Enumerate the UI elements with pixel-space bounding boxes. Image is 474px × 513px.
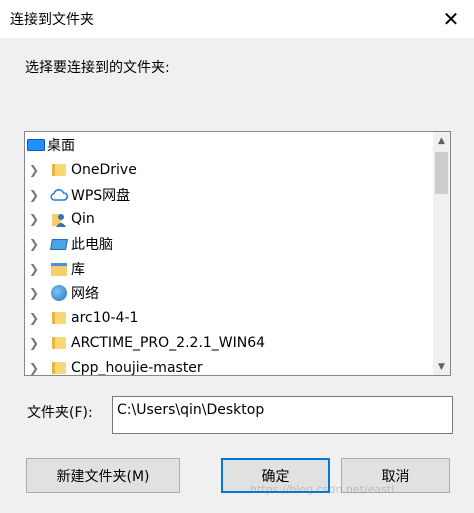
tree-item-arctime[interactable]: ❯ ARCTIME_PRO_2.2.1_WIN64 (25, 331, 429, 355)
network-icon (50, 284, 68, 302)
tree-item-label: Qin (71, 211, 95, 227)
tree-item-label: WPS网盘 (71, 188, 131, 204)
folder-icon (50, 334, 68, 352)
folder-tree[interactable]: 桌面 ❯ OneDrive ❯ WPS网盘 ❯ Qin ❯ 此电脑 ❯ 库 ❯ … (24, 131, 451, 376)
tree-item-this-pc[interactable]: ❯ 此电脑 (25, 232, 429, 256)
tree-item-label: ARCTIME_PRO_2.2.1_WIN64 (71, 335, 266, 351)
library-icon (50, 260, 68, 278)
tree-item-cpp-houjie[interactable]: ❯ Cpp_houjie-master (25, 356, 429, 376)
desktop-icon (27, 136, 45, 154)
tree-item-label: OneDrive (71, 162, 137, 178)
tree-item-network[interactable]: ❯ 网络 (25, 281, 429, 305)
tree-item-label: 库 (71, 262, 85, 278)
tree-item-wps[interactable]: ❯ WPS网盘 (25, 183, 429, 207)
tree-item-qin[interactable]: ❯ Qin (25, 207, 429, 231)
tree-item-label: 桌面 (47, 138, 75, 154)
chevron-right-icon[interactable]: ❯ (27, 257, 41, 281)
folder-icon (50, 309, 68, 327)
scroll-thumb[interactable] (435, 152, 448, 194)
folder-icon (50, 359, 68, 375)
chevron-right-icon[interactable]: ❯ (27, 207, 41, 231)
tree-item-label: 此电脑 (71, 237, 113, 253)
title-bar: 连接到文件夹 ✕ (0, 0, 474, 38)
computer-icon (50, 235, 68, 253)
chevron-right-icon[interactable]: ❯ (27, 281, 41, 305)
watermark: https://blog.csdn.net/eastl (250, 483, 395, 496)
close-icon: ✕ (442, 7, 460, 31)
tree-item-desktop[interactable]: 桌面 (25, 133, 429, 157)
window-title: 连接到文件夹 (10, 12, 94, 28)
user-folder-icon (50, 210, 68, 228)
close-button[interactable]: ✕ (428, 0, 474, 38)
folder-path-input[interactable]: C:\Users\qin\Desktop (112, 396, 453, 434)
chevron-right-icon[interactable]: ❯ (27, 232, 41, 256)
tree-item-label: Cpp_houjie-master (71, 360, 203, 376)
chevron-right-icon[interactable]: ❯ (27, 356, 41, 375)
chevron-right-icon[interactable]: ❯ (27, 183, 41, 207)
chevron-right-icon[interactable]: ❯ (27, 158, 41, 182)
vertical-scrollbar[interactable]: ▲ ▼ (433, 132, 450, 375)
scroll-down-icon[interactable]: ▼ (433, 358, 450, 375)
new-folder-button[interactable]: 新建文件夹(M) (26, 458, 180, 493)
tree-item-onedrive[interactable]: ❯ OneDrive (25, 158, 429, 182)
tree-item-arc10[interactable]: ❯ arc10-4-1 (25, 306, 429, 330)
folder-field-label: 文件夹(F): (27, 405, 93, 421)
instruction-label: 选择要连接到的文件夹: (25, 60, 170, 76)
folder-icon (50, 161, 68, 179)
cloud-icon (50, 186, 68, 204)
chevron-right-icon[interactable]: ❯ (27, 306, 41, 330)
tree-item-label: 网络 (71, 286, 99, 302)
tree-item-label: arc10-4-1 (71, 310, 139, 326)
scroll-up-icon[interactable]: ▲ (433, 132, 450, 149)
chevron-right-icon[interactable]: ❯ (27, 331, 41, 355)
tree-item-library[interactable]: ❯ 库 (25, 257, 429, 281)
